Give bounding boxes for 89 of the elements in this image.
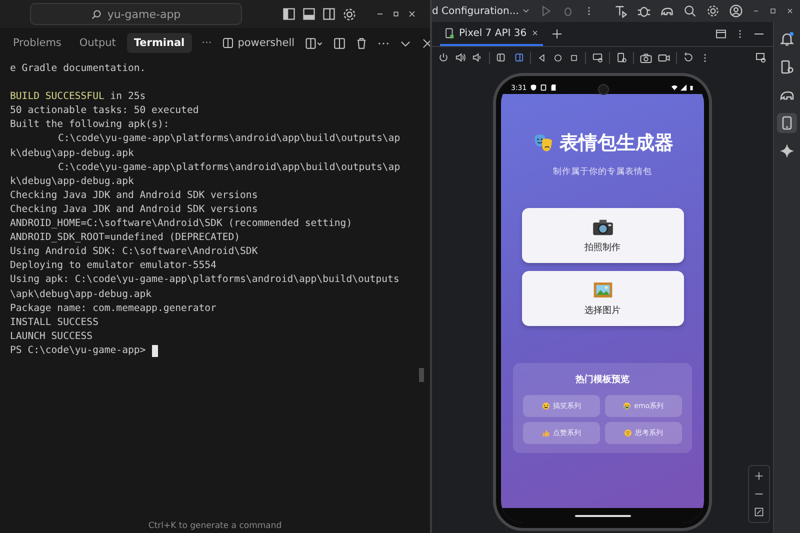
sd-card-icon: [550, 84, 557, 91]
maximize-icon[interactable]: [391, 9, 401, 19]
panel-toggle-icon[interactable]: [302, 7, 316, 21]
signal-icon: [680, 84, 687, 90]
volume-up-icon[interactable]: [455, 52, 466, 63]
reset-icon[interactable]: [683, 52, 694, 63]
templates-title: 热门模板预览: [576, 373, 630, 386]
thumbs-up-icon: [542, 429, 550, 437]
screenshot-icon[interactable]: [640, 52, 652, 64]
camera-cutout: [598, 84, 609, 95]
home-indicator[interactable]: [574, 514, 630, 516]
panel-tab[interactable]: Output: [72, 33, 123, 53]
run-icon[interactable]: [540, 5, 552, 17]
account-icon[interactable]: [729, 4, 743, 18]
back-icon[interactable]: [537, 52, 547, 62]
search-icon: [91, 8, 102, 20]
fit-screen-icon[interactable]: [754, 507, 764, 517]
terminal-line: C:\code\yu-game-app\platforms\android\app\build\outputs\ap: [57, 160, 402, 175]
terminal-line: INSTALL SUCCESS: [10, 316, 100, 330]
rotate-left-icon[interactable]: [496, 52, 507, 63]
camera-icon: [592, 218, 614, 236]
close-icon[interactable]: [407, 9, 417, 19]
sidebar-toggle-icon[interactable]: [282, 7, 296, 21]
panel-tab[interactable]: Terminal: [126, 33, 192, 53]
text-cursor: [152, 344, 158, 357]
terminal-prompt: PS C:\code\yu-game-app>: [10, 344, 146, 358]
settings-icon[interactable]: [342, 6, 357, 22]
search-field[interactable]: yu-game-app: [30, 3, 242, 25]
close-icon[interactable]: [786, 7, 794, 15]
device-tab[interactable]: Pixel 7 API 36: [440, 22, 543, 46]
search-icon[interactable]: [683, 4, 697, 18]
app-title: 表情包生成器: [560, 131, 674, 156]
run-configuration-selector[interactable]: d Configuration...: [432, 6, 530, 16]
text-cursor-icon[interactable]: [614, 4, 628, 18]
zoom-in-icon[interactable]: [754, 471, 764, 481]
terminal-line: ANDROID_HOME=C:\software\Android\SDK (recommended setting): [10, 217, 354, 232]
action-card[interactable]: 选择图片: [522, 271, 684, 326]
settings-icon[interactable]: [706, 4, 720, 18]
volume-down-icon[interactable]: [472, 52, 483, 63]
phone-settings-icon[interactable]: [616, 52, 627, 63]
terminal-line: Package name: com.memeapp.generator: [10, 302, 218, 316]
window-icon[interactable]: [715, 28, 727, 40]
home-icon[interactable]: [553, 52, 563, 62]
terminal-line: Using Android SDK: C:\software\Android\SDK: [10, 245, 259, 260]
shield-icon: [530, 84, 537, 91]
terminal-line: LAUNCH SUCCESS: [10, 330, 94, 344]
wifi-icon: [671, 84, 678, 90]
device-settings-icon[interactable]: [592, 52, 603, 63]
terminal-line: k\debug\app-debug.apk: [10, 146, 135, 161]
phone-icon: [444, 28, 455, 38]
device-search-icon[interactable]: [755, 52, 767, 64]
power-icon[interactable]: [438, 52, 449, 63]
panel-tab[interactable]: Problems: [6, 33, 68, 53]
add-tab-icon[interactable]: [550, 28, 563, 40]
terminal-line: BUILD SUCCESSFUL in 25s: [10, 90, 147, 104]
battery-icon: [689, 84, 694, 92]
terminal-line: Using apk: C:\code\yu-game-app\platforms\android\app\build\outputs: [10, 273, 400, 288]
chevron-down-icon: [522, 7, 530, 15]
sim-icon: [540, 84, 547, 91]
framed-picture-icon: [592, 280, 612, 298]
terminal-line: 50 actionable tasks: 50 executed: [10, 104, 200, 118]
terminal-line: C:\code\yu-game-app\platforms\android\app\build\outputs\ap: [57, 132, 402, 146]
trash-icon[interactable]: [354, 36, 368, 50]
close-icon[interactable]: [530, 29, 539, 37]
scrollbar-thumb[interactable]: [419, 368, 424, 382]
terminal-profile[interactable]: powershell: [222, 37, 295, 49]
terminal-hint: Ctrl+K to generate a command: [147, 521, 283, 533]
terminal-line: k\debug\app-debug.apk: [10, 174, 135, 189]
terminal-line: \apk\debug\app-debug.apk: [10, 288, 153, 302]
split-terminal-icon[interactable]: [332, 36, 346, 50]
thinking-face-icon: [624, 429, 632, 437]
split-panel-icon: [222, 37, 234, 49]
overview-icon[interactable]: [569, 52, 579, 62]
terminal-line: Checking Java JDK and Android SDK versions: [10, 202, 259, 217]
video-icon[interactable]: [658, 52, 670, 64]
secondary-sidebar-icon[interactable]: [322, 7, 336, 21]
terminal-line: Built the following apk(s):: [10, 118, 170, 132]
more-tabs-button[interactable]: ···: [196, 37, 218, 49]
terminal-line: ANDROID_SDK_ROOT=undefined (DEPRECATED): [10, 231, 242, 246]
maximize-icon[interactable]: [769, 7, 777, 15]
terminal-line: Deploying to emulator emulator-5554: [10, 259, 218, 274]
split-dropdown-icon[interactable]: [304, 36, 324, 50]
terminal-line: e Gradle documentation.: [10, 62, 147, 76]
crying-face-icon: [623, 402, 632, 410]
terminal-line: Checking Java JDK and Android SDK versions: [10, 188, 259, 203]
app-subtitle: 制作属于你的专属表情包: [553, 166, 652, 178]
action-card[interactable]: 拍照制作: [522, 208, 684, 263]
rotate-right-icon[interactable]: [513, 52, 524, 63]
laughing-face-icon: [542, 402, 550, 410]
